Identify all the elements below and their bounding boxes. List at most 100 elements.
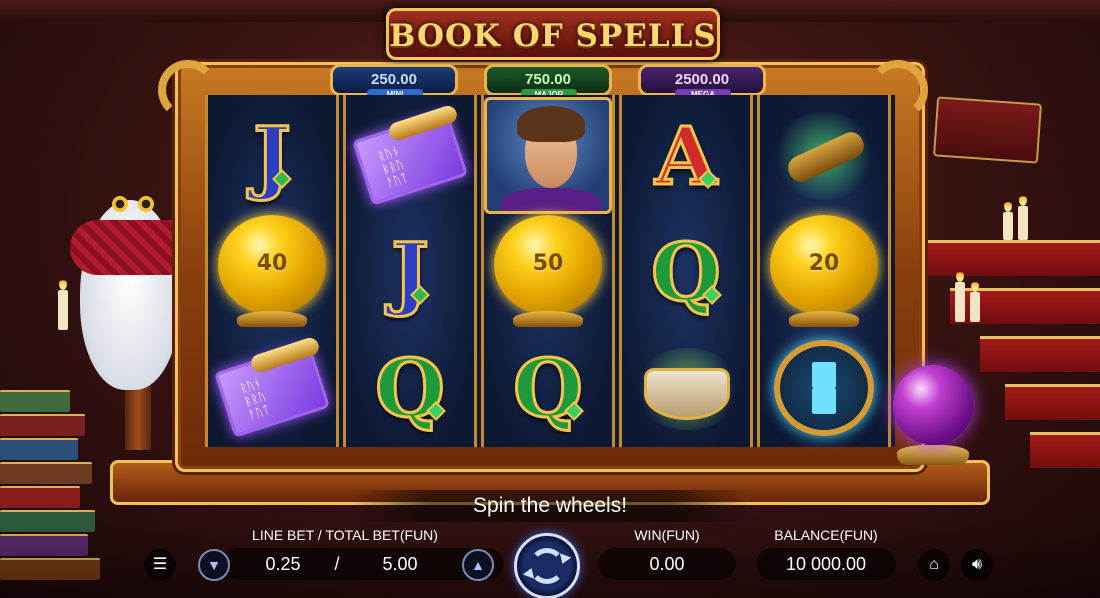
jackpot-mini-value: 250.00 <box>371 71 417 88</box>
symbol-j: J <box>252 114 293 197</box>
orb-value: 50 <box>532 250 564 276</box>
symbol-letter: J <box>390 224 431 319</box>
sound-button[interactable]: 🔊︎ <box>961 549 993 581</box>
game-title-plate: BOOK OF SPELLS <box>386 8 720 60</box>
jackpot-major-value: 750.00 <box>525 71 571 88</box>
refresh-arrows-icon <box>529 548 565 584</box>
reel-symbol <box>760 97 888 214</box>
home-button[interactable]: ⌂ <box>918 549 950 581</box>
wizard-portrait-symbol <box>484 97 612 214</box>
menu-button[interactable]: ☰ <box>144 549 176 581</box>
bet-separator: / <box>334 554 340 574</box>
jackpot-major: 750.00 MAJOR <box>484 64 612 101</box>
symbol-j: J <box>390 230 431 313</box>
total-bet-value: 5.00 <box>382 554 418 574</box>
reel-symbol <box>622 329 750 446</box>
reel-4: AQ <box>619 95 753 447</box>
stair-step <box>1030 432 1100 468</box>
golden-orb-symbol: 50 <box>489 213 607 331</box>
crystal-ball-stand <box>897 445 969 465</box>
bet-decrease-button[interactable]: ▼ <box>198 549 230 581</box>
speaker-icon: 🔊︎ <box>971 556 983 573</box>
status-message: Spin the wheels! <box>350 490 750 522</box>
red-book <box>933 96 1042 164</box>
portrait-hair <box>517 106 585 142</box>
reel-symbol: J <box>208 97 336 214</box>
book <box>0 462 92 484</box>
symbol-letter: J <box>252 108 293 203</box>
win-value: 0.00 <box>598 548 736 580</box>
reel-symbol: Q <box>622 213 750 330</box>
win-label: WIN(FUN) <box>634 527 700 543</box>
symbol-q: Q <box>374 346 447 429</box>
balance-value: 10 000.00 <box>756 548 896 580</box>
candle <box>955 270 965 322</box>
orb-base <box>513 310 583 327</box>
orb-base <box>789 310 859 327</box>
bet-label: LINE BET / TOTAL BET(FUN) <box>252 527 438 543</box>
book <box>0 390 70 412</box>
balance-label: BALANCE(FUN) <box>774 527 878 543</box>
candle <box>1003 200 1013 240</box>
orb-base <box>237 310 307 327</box>
stair-step <box>1005 384 1100 420</box>
reel-grid: J 40 ᚱᚢᚾ ᛒᚱᚢ ᚨᚢᛏ ᚱᚢᚾ ᛒᚱᚢ ᚨᚢᛏ J Q 50 Q A Q 20 <box>205 95 895 447</box>
jackpot-mega: 2500.00 MEGA <box>638 64 766 101</box>
jackpot-mega-value: 2500.00 <box>674 71 730 88</box>
hourglass-amulet-symbol <box>766 336 882 440</box>
symbol-letter: Q <box>650 224 723 319</box>
reel-2: ᚱᚢᚾ ᛒᚱᚢ ᚨᚢᛏ J Q <box>343 95 477 447</box>
reel-symbol: A <box>622 97 750 214</box>
candle <box>970 280 980 322</box>
reel-symbol: ᚱᚢᚾ ᛒᚱᚢ ᚨᚢᛏ <box>208 329 336 446</box>
crystal-ball <box>893 365 973 445</box>
stair-step <box>980 336 1100 372</box>
menu-icon: ☰ <box>152 556 168 573</box>
bet-increase-button[interactable]: ▲ <box>462 549 494 581</box>
orb-value: 20 <box>808 250 840 276</box>
spell-scroll-symbol: ᚱᚢᚾ ᛒᚱᚢ ᚨᚢᛏ <box>351 103 469 206</box>
home-icon: ⌂ <box>929 556 939 573</box>
reel-symbol: Q <box>484 329 612 446</box>
reel-symbol: J <box>346 213 474 330</box>
reel-symbol: Q <box>346 329 474 446</box>
orb-value: 40 <box>256 250 288 276</box>
owl-eye <box>138 196 154 212</box>
symbol-a: A <box>653 114 718 197</box>
reel-5: 20 <box>757 95 891 447</box>
candle <box>1018 194 1028 240</box>
reel-symbol <box>760 329 888 446</box>
book <box>0 438 78 460</box>
book <box>0 486 80 508</box>
book <box>0 414 85 436</box>
candle <box>58 278 68 330</box>
reel-symbol: 50 <box>484 213 612 330</box>
golden-orb-symbol: 40 <box>213 213 331 331</box>
game-title: BOOK OF SPELLS <box>389 18 717 54</box>
symbol-letter: Q <box>374 340 447 435</box>
spin-button[interactable] <box>514 533 580 598</box>
symbol-letter: Q <box>512 340 585 435</box>
golden-orb-symbol: 20 <box>765 213 883 331</box>
reel-1: J 40 ᚱᚢᚾ ᛒᚱᚢ ᚨᚢᛏ <box>205 95 339 447</box>
reel-symbol: 40 <box>208 213 336 330</box>
owl-mascot <box>70 170 195 400</box>
reel-3: 50 Q <box>481 95 615 447</box>
owl-eye <box>112 196 128 212</box>
spell-scroll-symbol: ᚱᚢᚾ ᛒᚱᚢ ᚨᚢᛏ <box>213 335 331 438</box>
telescope-relic-symbol <box>766 106 882 206</box>
chevron-down-icon: ▼ <box>207 557 221 573</box>
jackpot-mini: 250.00 MINI <box>330 64 458 101</box>
hourglass-icon <box>812 361 836 414</box>
symbol-q: Q <box>650 230 723 313</box>
game-scene: BOOK OF SPELLS 250.00 MINI 750.00 MAJOR … <box>0 0 1100 598</box>
reel-symbol: ᚱᚢᚾ ᛒᚱᚢ ᚨᚢᛏ <box>346 97 474 214</box>
portrait-coat <box>501 188 601 211</box>
potion-bowl-symbol <box>628 338 744 438</box>
bowl-body <box>644 367 730 420</box>
chevron-up-icon: ▲ <box>471 557 485 573</box>
reel-symbol: 20 <box>760 213 888 330</box>
stair-step <box>920 240 1100 276</box>
line-bet-value: 0.25 <box>265 554 301 574</box>
symbol-q: Q <box>512 346 585 429</box>
